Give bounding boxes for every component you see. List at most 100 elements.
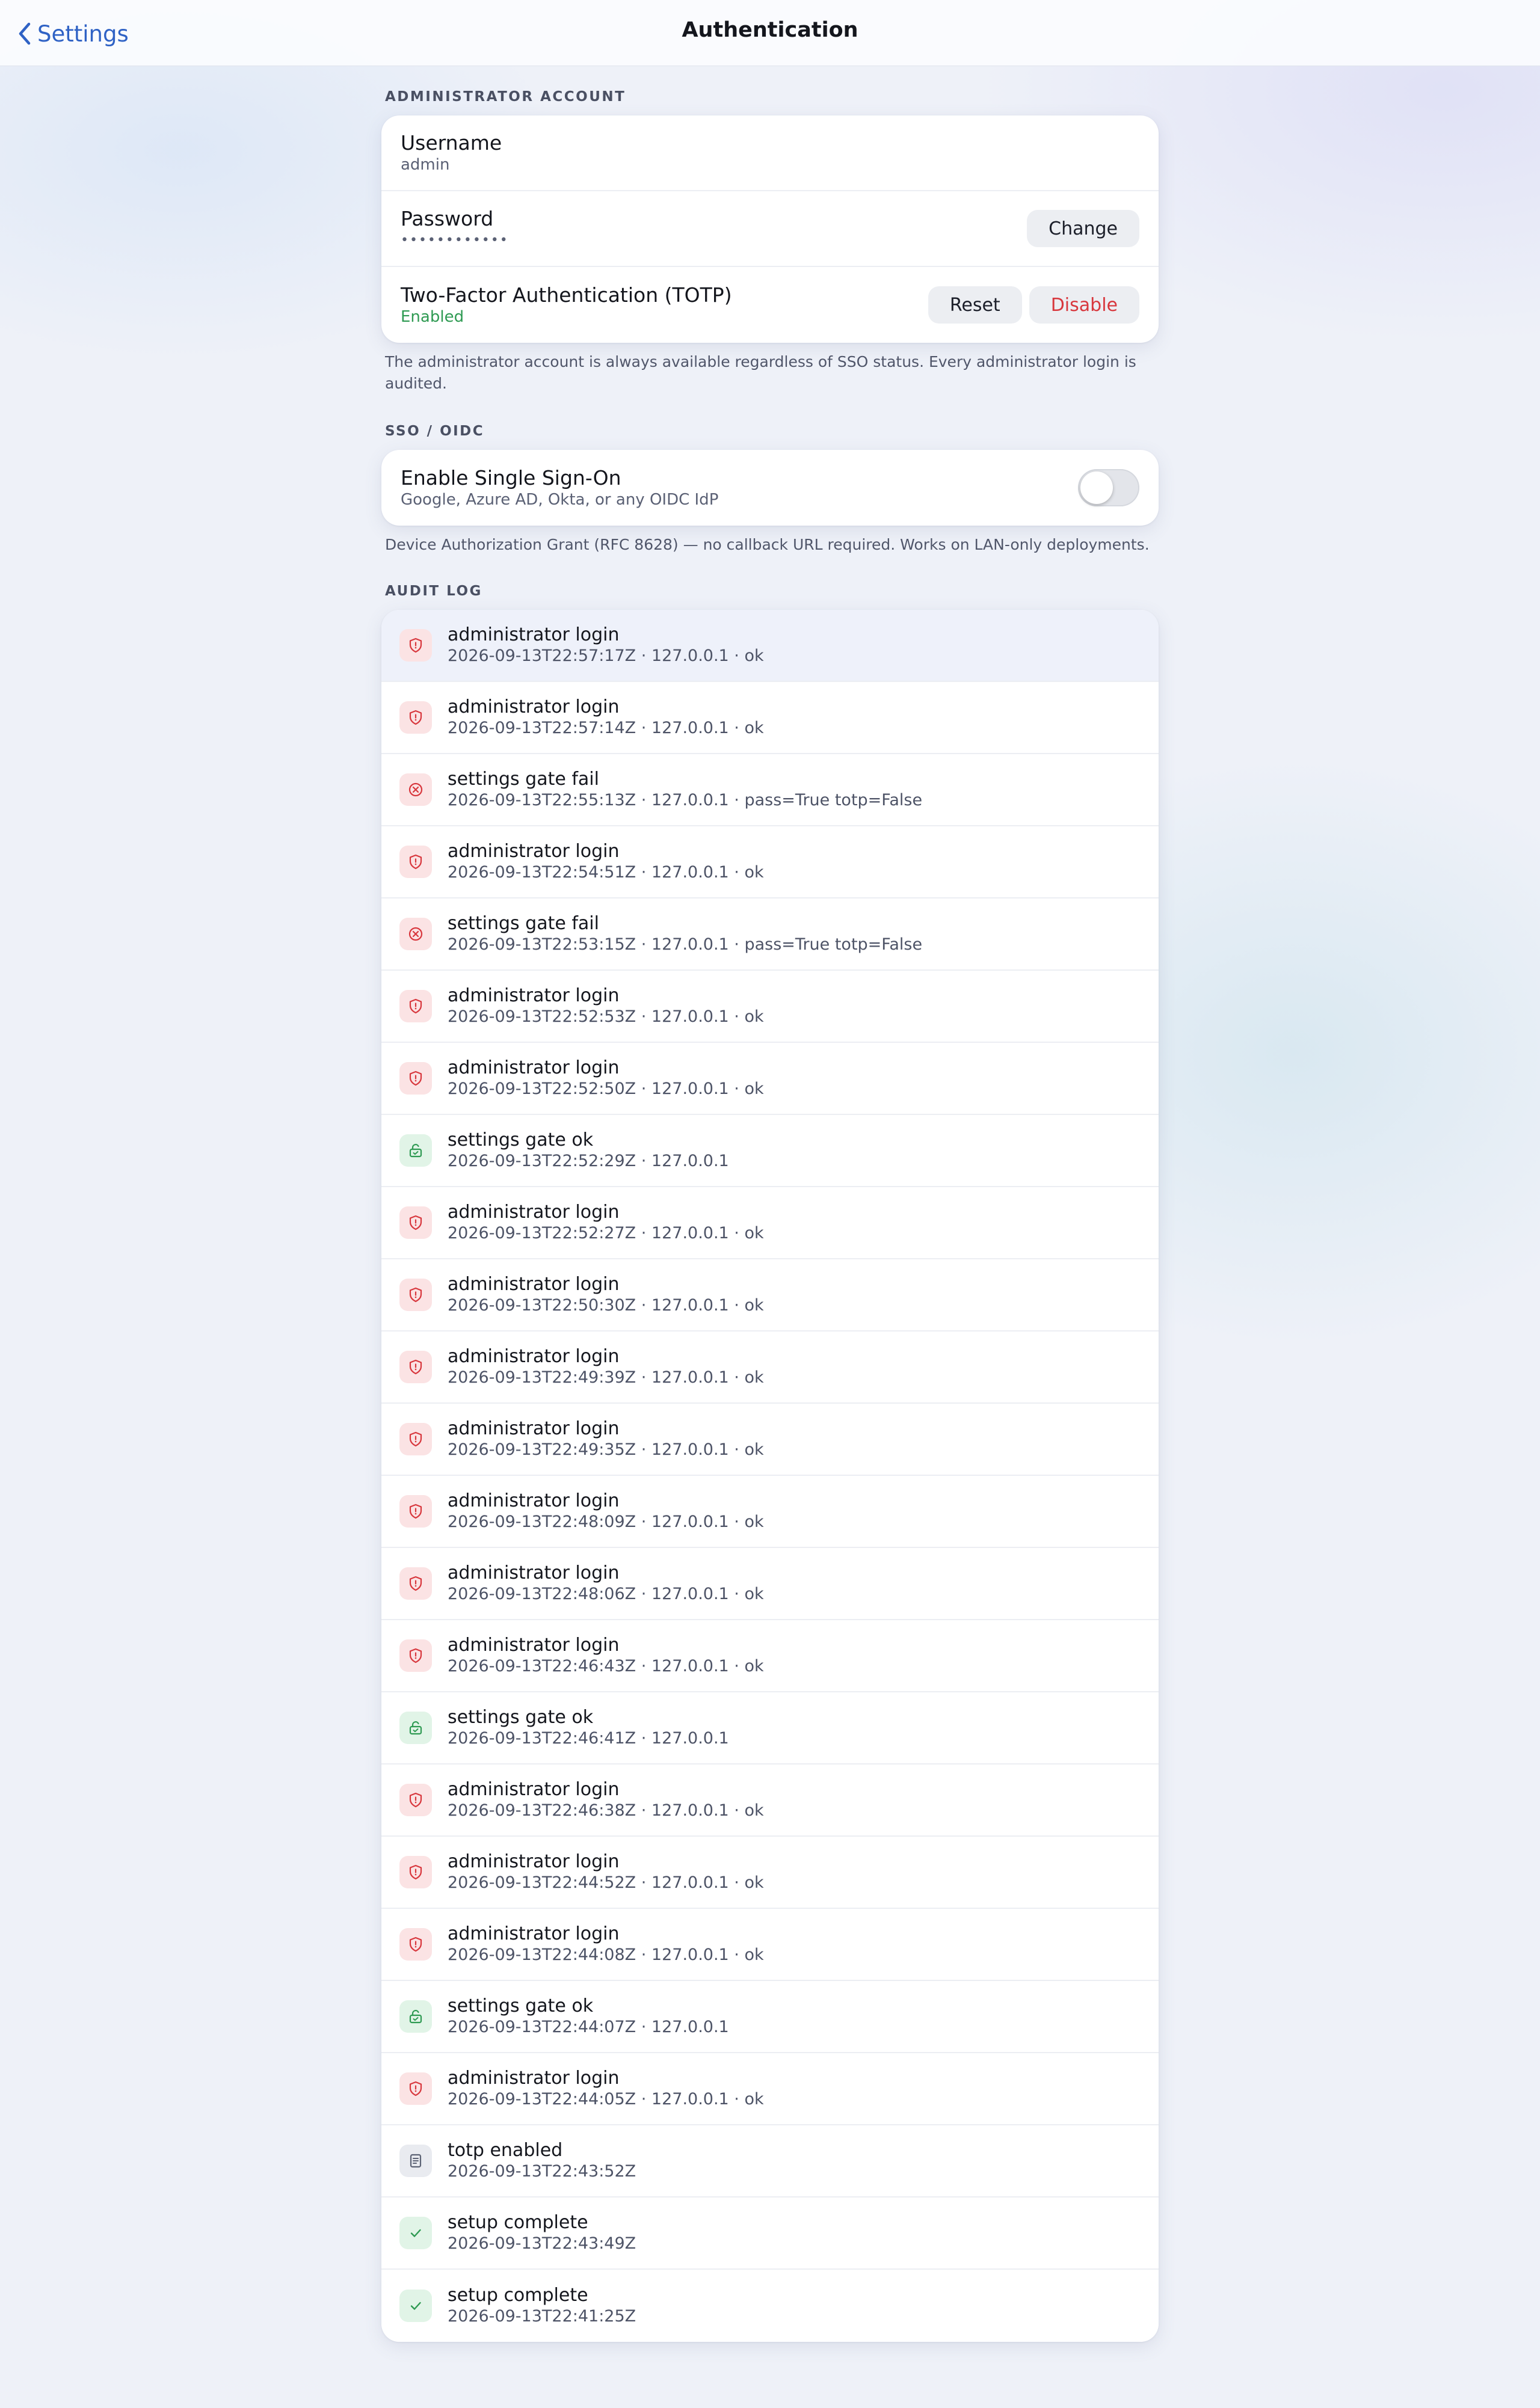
audit-log-entry[interactable]: administrator login 2026-09-13T22:44:08Z … <box>381 1909 1159 1981</box>
totp-label: Two-Factor Authentication (TOTP) <box>401 283 732 307</box>
shield-icon <box>399 1062 432 1095</box>
audit-log-entry[interactable]: administrator login 2026-09-13T22:52:27Z … <box>381 1187 1159 1259</box>
audit-entry-detail: 2026-09-13T22:57:14Z · 127.0.0.1 · ok <box>448 719 764 737</box>
shield-icon <box>399 1639 432 1672</box>
audit-log-entry[interactable]: settings gate fail 2026-09-13T22:55:13Z ·… <box>381 754 1159 826</box>
audit-entry-title: setup complete <box>448 2212 588 2233</box>
audit-entry-detail: 2026-09-13T22:55:13Z · 127.0.0.1 · pass=… <box>448 791 923 809</box>
audit-entry-title: administrator login <box>448 1202 620 1223</box>
audit-log-entry[interactable]: settings gate fail 2026-09-13T22:53:15Z ·… <box>381 898 1159 971</box>
audit-log-entry[interactable]: administrator login 2026-09-13T22:46:43Z … <box>381 1620 1159 1692</box>
audit-entry-title: administrator login <box>448 1274 620 1295</box>
shield-icon <box>399 2072 432 2105</box>
audit-entry-detail: 2026-09-13T22:53:15Z · 127.0.0.1 · pass=… <box>448 935 923 954</box>
section-header-administrator-account: ADMINISTRATOR ACCOUNT <box>385 89 626 105</box>
enable-sso-subtitle: Google, Azure AD, Okta, or any OIDC IdP <box>401 491 719 509</box>
audit-entry-title: setup complete <box>448 2285 588 2306</box>
audit-log-entry[interactable]: administrator login 2026-09-13T22:44:52Z … <box>381 1837 1159 1909</box>
audit-entry-title: administrator login <box>448 696 620 717</box>
audit-log-entry[interactable]: administrator login 2026-09-13T22:57:14Z … <box>381 682 1159 754</box>
checkmark-icon <box>399 2217 432 2249</box>
audit-log-entry[interactable]: setup complete 2026-09-13T22:43:49Z <box>381 2198 1159 2270</box>
audit-entry-title: settings gate fail <box>448 913 599 934</box>
enable-sso-row: Enable Single Sign-On Google, Azure AD, … <box>381 450 1159 526</box>
enable-sso-toggle[interactable] <box>1078 469 1139 506</box>
audit-entry-detail: 2026-09-13T22:41:25Z <box>448 2307 636 2326</box>
audit-log-entry[interactable]: settings gate ok 2026-09-13T22:46:41Z · 1… <box>381 1692 1159 1765</box>
section-header-sso: SSO / OIDC <box>385 423 485 439</box>
audit-log-entry[interactable]: settings gate ok 2026-09-13T22:44:07Z · 1… <box>381 1981 1159 2053</box>
shield-icon <box>399 1856 432 1888</box>
audit-entry-detail: 2026-09-13T22:44:08Z · 127.0.0.1 · ok <box>448 1946 764 1964</box>
change-password-button[interactable]: Change <box>1027 210 1139 247</box>
audit-entry-detail: 2026-09-13T22:43:49Z <box>448 2234 636 2253</box>
audit-log-entry[interactable]: administrator login 2026-09-13T22:44:05Z … <box>381 2053 1159 2125</box>
audit-log-entry[interactable]: administrator login 2026-09-13T22:52:53Z … <box>381 971 1159 1043</box>
toggle-knob <box>1080 471 1113 504</box>
audit-entry-title: settings gate fail <box>448 769 599 790</box>
audit-log-entry[interactable]: totp enabled 2026-09-13T22:43:52Z <box>381 2125 1159 2198</box>
administrator-account-card: Username admin Password •••••••••••• Cha… <box>381 115 1159 343</box>
disable-totp-button[interactable]: Disable <box>1029 286 1139 324</box>
audit-entry-detail: 2026-09-13T22:50:30Z · 127.0.0.1 · ok <box>448 1296 764 1315</box>
page-title: Authentication <box>682 18 858 42</box>
audit-log-entry[interactable]: administrator login 2026-09-13T22:48:09Z … <box>381 1476 1159 1548</box>
audit-entry-detail: 2026-09-13T22:54:51Z · 127.0.0.1 · ok <box>448 863 764 882</box>
audit-entry-detail: 2026-09-13T22:44:52Z · 127.0.0.1 · ok <box>448 1873 764 1892</box>
audit-entry-detail: 2026-09-13T22:52:50Z · 127.0.0.1 · ok <box>448 1080 764 1098</box>
navigation-bar: Settings Authentication <box>0 0 1540 66</box>
administrator-footnote: The administrator account is always avai… <box>385 353 1136 392</box>
shield-icon <box>399 1351 432 1383</box>
audit-log-entry[interactable]: administrator login 2026-09-13T22:49:39Z … <box>381 1331 1159 1404</box>
shield-icon <box>399 1495 432 1528</box>
unlock-icon <box>399 1712 432 1744</box>
unlock-icon <box>399 1134 432 1167</box>
audit-entry-detail: 2026-09-13T22:57:17Z · 127.0.0.1 · ok <box>448 647 764 665</box>
shield-icon <box>399 629 432 662</box>
audit-entry-title: settings gate ok <box>448 1129 594 1150</box>
audit-log-entry[interactable]: administrator login 2026-09-13T22:52:50Z … <box>381 1043 1159 1115</box>
audit-entry-title: administrator login <box>448 1635 620 1656</box>
username-row: Username admin <box>381 115 1159 191</box>
audit-entry-title: administrator login <box>448 624 620 645</box>
audit-entry-detail: 2026-09-13T22:48:06Z · 127.0.0.1 · ok <box>448 1585 764 1603</box>
shield-icon <box>399 1567 432 1600</box>
shield-icon <box>399 846 432 878</box>
audit-log-entry[interactable]: administrator login 2026-09-13T22:50:30Z … <box>381 1259 1159 1331</box>
audit-entry-title: settings gate ok <box>448 1995 594 2016</box>
shield-icon <box>399 701 432 734</box>
audit-log-entry[interactable]: administrator login 2026-09-13T22:54:51Z … <box>381 826 1159 898</box>
shield-icon <box>399 1928 432 1961</box>
password-row: Password •••••••••••• Change <box>381 191 1159 267</box>
password-value: •••••••••••• <box>401 233 509 248</box>
reset-totp-button[interactable]: Reset <box>928 286 1022 324</box>
shield-icon <box>399 1206 432 1239</box>
sso-footnote: Device Authorization Grant (RFC 8628) — … <box>385 536 1150 553</box>
audit-log-entry[interactable]: administrator login 2026-09-13T22:49:35Z … <box>381 1404 1159 1476</box>
shield-icon <box>399 990 432 1022</box>
audit-entry-detail: 2026-09-13T22:52:27Z · 127.0.0.1 · ok <box>448 1224 764 1242</box>
audit-entry-detail: 2026-09-13T22:46:41Z · 127.0.0.1 <box>448 1729 729 1748</box>
audit-entry-detail: 2026-09-13T22:49:39Z · 127.0.0.1 · ok <box>448 1368 764 1387</box>
audit-log-entry[interactable]: settings gate ok 2026-09-13T22:52:29Z · 1… <box>381 1115 1159 1187</box>
audit-log-entry[interactable]: setup complete 2026-09-13T22:41:25Z <box>381 2270 1159 2342</box>
x-circle-icon <box>399 773 432 806</box>
audit-entry-title: administrator login <box>448 1923 620 1944</box>
audit-entry-detail: 2026-09-13T22:52:53Z · 127.0.0.1 · ok <box>448 1007 764 1026</box>
audit-entry-title: administrator login <box>448 985 620 1006</box>
unlock-icon <box>399 2000 432 2033</box>
totp-row: Two-Factor Authentication (TOTP) Enabled… <box>381 267 1159 343</box>
audit-entry-title: administrator login <box>448 1490 620 1511</box>
audit-log-entry[interactable]: administrator login 2026-09-13T22:48:06Z … <box>381 1548 1159 1620</box>
audit-log-entry[interactable]: administrator login 2026-09-13T22:46:38Z … <box>381 1765 1159 1837</box>
sso-card: Enable Single Sign-On Google, Azure AD, … <box>381 450 1159 526</box>
audit-entry-detail: 2026-09-13T22:44:07Z · 127.0.0.1 <box>448 2018 729 2036</box>
audit-entry-title: administrator login <box>448 1057 620 1078</box>
shield-icon <box>399 1423 432 1455</box>
username-label: Username <box>401 131 502 155</box>
audit-entry-title: totp enabled <box>448 2140 563 2161</box>
password-label: Password <box>401 207 494 230</box>
audit-entry-detail: 2026-09-13T22:49:35Z · 127.0.0.1 · ok <box>448 1440 764 1459</box>
enable-sso-label: Enable Single Sign-On <box>401 466 621 490</box>
audit-log-entry[interactable]: administrator login 2026-09-13T22:57:17Z … <box>381 610 1159 682</box>
